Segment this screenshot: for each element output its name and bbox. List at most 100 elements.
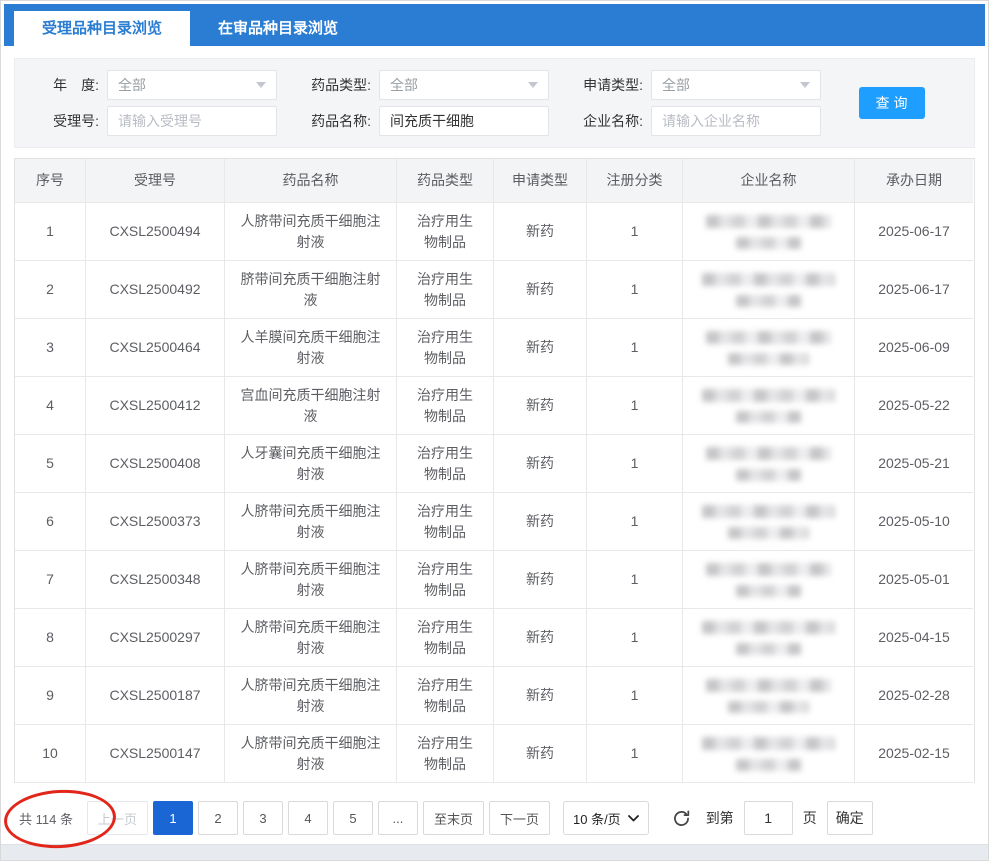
cell-drug-name: 人牙囊间充质干细胞注射液 bbox=[225, 435, 397, 493]
search-button[interactable]: 查询 bbox=[859, 87, 925, 119]
application-type-select[interactable]: 全部 bbox=[651, 70, 821, 100]
redacted-company-blur bbox=[736, 411, 802, 423]
cell-company-redacted bbox=[683, 493, 855, 551]
header-index: 序号 bbox=[15, 159, 86, 203]
chevron-down-icon bbox=[256, 82, 266, 88]
filter-panel: 年 度: 全部 药品类型: 全部 申请类型: 全部 bbox=[14, 58, 975, 148]
tab-bar: 受理品种目录浏览 在审品种目录浏览 bbox=[4, 4, 985, 46]
cell-drug-type: 治疗用生物制品 bbox=[397, 203, 494, 261]
total-count: 共 114 条 bbox=[19, 809, 73, 828]
cell-date: 2025-02-28 bbox=[855, 667, 973, 725]
next-page-button[interactable]: 下一页 bbox=[489, 801, 550, 835]
cell-application-type: 新药 bbox=[494, 261, 587, 319]
cell-reg-class: 1 bbox=[587, 261, 683, 319]
cell-drug-name: 人羊膜间充质干细胞注射液 bbox=[225, 319, 397, 377]
table-row: 9 CXSL2500187 人脐带间充质干细胞注射液 治疗用生物制品 新药 1 … bbox=[15, 667, 974, 725]
cell-drug-type: 治疗用生物制品 bbox=[397, 667, 494, 725]
app-window: 受理品种目录浏览 在审品种目录浏览 年 度: 全部 药品类型: 全部 bbox=[0, 0, 989, 861]
table-row: 4 CXSL2500412 宫血间充质干细胞注射液 治疗用生物制品 新药 1 2… bbox=[15, 377, 974, 435]
drug-name-input[interactable] bbox=[379, 106, 549, 136]
redacted-company-blur bbox=[736, 237, 802, 249]
cell-reg-class: 1 bbox=[587, 377, 683, 435]
cell-date: 2025-05-22 bbox=[855, 377, 973, 435]
header-drug-name: 药品名称 bbox=[225, 159, 397, 203]
cell-date: 2025-02-15 bbox=[855, 725, 973, 783]
table-body: 1 CXSL2500494 人脐带间充质干细胞注射液 治疗用生物制品 新药 1 … bbox=[15, 203, 974, 783]
redacted-company-blur bbox=[706, 331, 832, 344]
table-row: 6 CXSL2500373 人脐带间充质干细胞注射液 治疗用生物制品 新药 1 … bbox=[15, 493, 974, 551]
cell-index: 1 bbox=[15, 203, 86, 261]
goto-unit-label: 页 bbox=[803, 808, 817, 828]
chevron-down-icon bbox=[628, 815, 639, 822]
goto-page-input[interactable] bbox=[744, 801, 793, 835]
cell-date: 2025-06-09 bbox=[855, 319, 973, 377]
redacted-company-blur bbox=[728, 353, 808, 365]
ellipsis-page-button[interactable]: ... bbox=[378, 801, 418, 835]
header-company: 企业名称 bbox=[683, 159, 855, 203]
redacted-company-blur bbox=[736, 469, 802, 481]
chevron-down-icon bbox=[800, 82, 810, 88]
redacted-company-blur bbox=[702, 621, 835, 634]
header-reg-class: 注册分类 bbox=[587, 159, 683, 203]
header-application-type: 申请类型 bbox=[494, 159, 587, 203]
drug-type-select[interactable]: 全部 bbox=[379, 70, 549, 100]
cell-company-redacted bbox=[683, 377, 855, 435]
company-name-input[interactable] bbox=[651, 106, 821, 136]
page-button-2[interactable]: 2 bbox=[198, 801, 238, 835]
cell-reg-class: 1 bbox=[587, 551, 683, 609]
table-row: 7 CXSL2500348 人脐带间充质干细胞注射液 治疗用生物制品 新药 1 … bbox=[15, 551, 974, 609]
page-button-3[interactable]: 3 bbox=[243, 801, 283, 835]
page-size-select[interactable]: 10 条/页 bbox=[563, 801, 649, 835]
cell-reg-class: 1 bbox=[587, 203, 683, 261]
page-buttons: 12345 bbox=[153, 801, 378, 835]
redacted-company-blur bbox=[736, 585, 802, 597]
page-button-4[interactable]: 4 bbox=[288, 801, 328, 835]
cell-drug-type: 治疗用生物制品 bbox=[397, 493, 494, 551]
redacted-company-blur bbox=[728, 527, 808, 539]
cell-acceptance-no: CXSL2500492 bbox=[86, 261, 225, 319]
refresh-icon[interactable] bbox=[671, 808, 692, 829]
table-row: 10 CXSL2500147 人脐带间充质干细胞注射液 治疗用生物制品 新药 1… bbox=[15, 725, 974, 783]
page-size-value: 10 条/页 bbox=[573, 809, 621, 828]
cell-drug-type: 治疗用生物制品 bbox=[397, 551, 494, 609]
cell-application-type: 新药 bbox=[494, 435, 587, 493]
results-table: 序号 受理号 药品名称 药品类型 申请类型 注册分类 企业名称 承办日期 1 C… bbox=[14, 158, 975, 783]
cell-application-type: 新药 bbox=[494, 551, 587, 609]
header-date: 承办日期 bbox=[855, 159, 973, 203]
cell-date: 2025-04-15 bbox=[855, 609, 973, 667]
cell-drug-type: 治疗用生物制品 bbox=[397, 261, 494, 319]
year-select[interactable]: 全部 bbox=[107, 70, 277, 100]
company-name-label: 企业名称: bbox=[571, 111, 643, 131]
prev-page-button[interactable]: 上一页 bbox=[87, 801, 148, 835]
header-acceptance-no: 受理号 bbox=[86, 159, 225, 203]
cell-company-redacted bbox=[683, 203, 855, 261]
cell-index: 8 bbox=[15, 609, 86, 667]
cell-date: 2025-05-10 bbox=[855, 493, 973, 551]
year-label: 年 度: bbox=[27, 75, 99, 95]
tab-under-review-catalog[interactable]: 在审品种目录浏览 bbox=[190, 11, 366, 46]
cell-drug-type: 治疗用生物制品 bbox=[397, 725, 494, 783]
table-header-row: 序号 受理号 药品名称 药品类型 申请类型 注册分类 企业名称 承办日期 bbox=[15, 159, 974, 203]
cell-drug-name: 人脐带间充质干细胞注射液 bbox=[225, 667, 397, 725]
redacted-company-blur bbox=[736, 295, 802, 307]
cell-index: 6 bbox=[15, 493, 86, 551]
drug-name-label: 药品名称: bbox=[299, 111, 371, 131]
last-page-button[interactable]: 至末页 bbox=[423, 801, 484, 835]
table-row: 1 CXSL2500494 人脐带间充质干细胞注射液 治疗用生物制品 新药 1 … bbox=[15, 203, 974, 261]
cell-company-redacted bbox=[683, 319, 855, 377]
chevron-down-icon bbox=[528, 82, 538, 88]
cell-acceptance-no: CXSL2500464 bbox=[86, 319, 225, 377]
table-row: 5 CXSL2500408 人牙囊间充质干细胞注射液 治疗用生物制品 新药 1 … bbox=[15, 435, 974, 493]
cell-application-type: 新药 bbox=[494, 493, 587, 551]
tab-accepted-catalog[interactable]: 受理品种目录浏览 bbox=[14, 11, 190, 46]
cell-company-redacted bbox=[683, 667, 855, 725]
redacted-company-blur bbox=[728, 701, 808, 713]
confirm-button[interactable]: 确定 bbox=[827, 801, 873, 835]
cell-application-type: 新药 bbox=[494, 203, 587, 261]
table-row: 2 CXSL2500492 脐带间充质干细胞注射液 治疗用生物制品 新药 1 2… bbox=[15, 261, 974, 319]
page-button-1[interactable]: 1 bbox=[153, 801, 193, 835]
page-button-5[interactable]: 5 bbox=[333, 801, 373, 835]
cell-drug-name: 人脐带间充质干细胞注射液 bbox=[225, 725, 397, 783]
cell-drug-name: 人脐带间充质干细胞注射液 bbox=[225, 609, 397, 667]
acceptance-no-input[interactable] bbox=[107, 106, 277, 136]
